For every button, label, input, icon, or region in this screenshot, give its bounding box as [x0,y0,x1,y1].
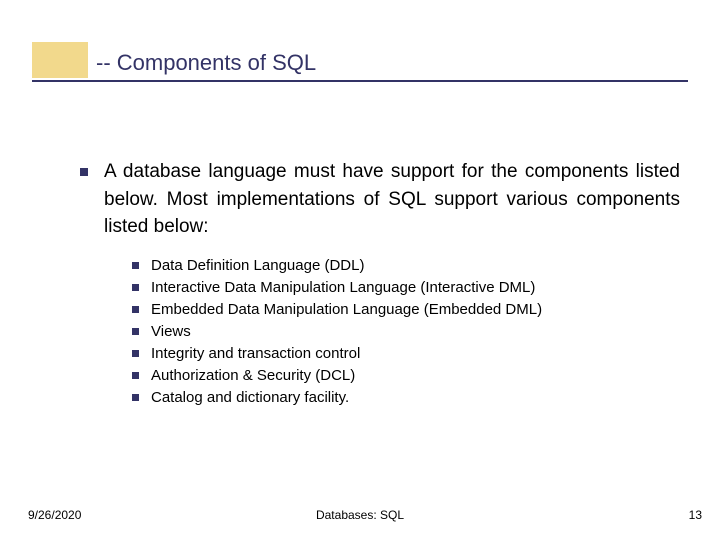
sub-text: Interactive Data Manipulation Language (… [151,279,535,296]
title-accent-box [32,42,88,78]
list-item: Views [132,323,680,340]
sub-text: Embedded Data Manipulation Language (Emb… [151,301,542,318]
slide-content: A database language must have support fo… [80,158,680,411]
footer-date: 9/26/2020 [28,508,81,522]
list-item: Authorization & Security (DCL) [132,367,680,384]
bullet-square-icon [132,262,139,269]
sub-list: Data Definition Language (DDL) Interacti… [132,257,680,406]
bullet-square-icon [80,168,88,176]
title-underline [32,80,688,82]
sub-text: Integrity and transaction control [151,345,360,362]
list-item: Embedded Data Manipulation Language (Emb… [132,301,680,318]
bullet-square-icon [132,372,139,379]
list-item: Interactive Data Manipulation Language (… [132,279,680,296]
sub-text: Catalog and dictionary facility. [151,389,349,406]
footer-center: Databases: SQL [316,508,404,522]
sub-text: Data Definition Language (DDL) [151,257,364,274]
list-item: Integrity and transaction control [132,345,680,362]
list-item: Catalog and dictionary facility. [132,389,680,406]
bullet-square-icon [132,328,139,335]
footer-page-number: 13 [689,508,702,522]
slide-title: -- Components of SQL [96,50,316,76]
list-item: Data Definition Language (DDL) [132,257,680,274]
bullet-square-icon [132,284,139,291]
bullet-square-icon [132,350,139,357]
sub-text: Authorization & Security (DCL) [151,367,355,384]
main-text: A database language must have support fo… [104,158,680,241]
bullet-square-icon [132,394,139,401]
bullet-square-icon [132,306,139,313]
sub-text: Views [151,323,191,340]
main-bullet: A database language must have support fo… [80,158,680,241]
